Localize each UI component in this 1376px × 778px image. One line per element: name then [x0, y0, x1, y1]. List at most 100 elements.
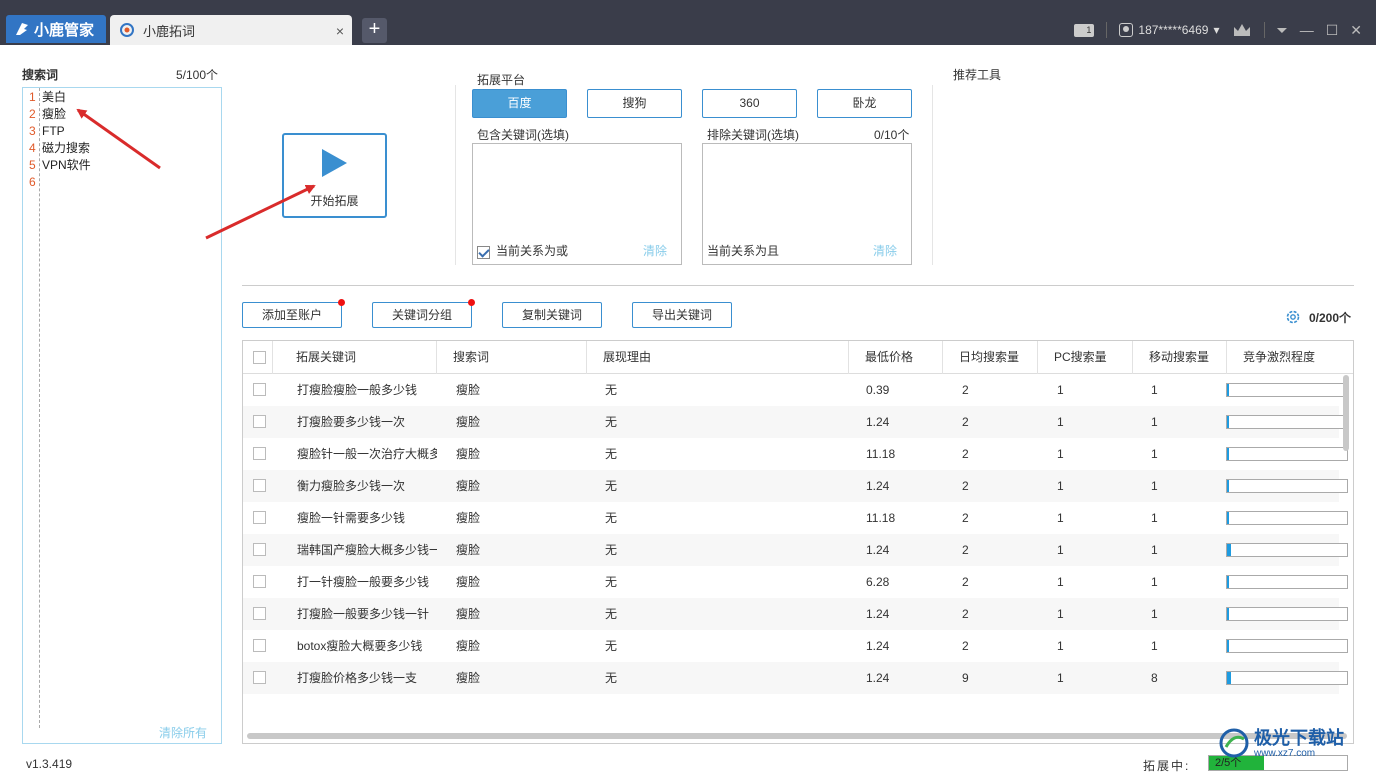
exclude-keywords-input[interactable]: 当前关系为且 清除 [702, 143, 912, 265]
row-checkbox[interactable] [253, 383, 266, 396]
table-row[interactable]: 打一针瘦脸一般要多少钱 瘦脸 无 6.28 2 1 1 [243, 566, 1348, 598]
user-account[interactable]: 187*****6469 ▾ [1119, 23, 1220, 37]
search-word-cell: 瘦脸 [456, 671, 481, 685]
deer-logo-icon [16, 23, 28, 35]
horizontal-scrollbar[interactable] [247, 733, 1347, 739]
mobile-search-cell: 8 [1151, 671, 1158, 685]
row-checkbox[interactable] [253, 511, 266, 524]
platform-sogou-button[interactable]: 搜狗 [587, 89, 682, 118]
table-row[interactable]: botox瘦脸大概要多少钱 瘦脸 无 1.24 2 1 1 [243, 630, 1348, 662]
column-header[interactable]: 移动搜索量 [1133, 341, 1227, 374]
tab-xiaolu-tuoci[interactable]: 小鹿拓词 × [110, 15, 352, 45]
brand-name: 小鹿管家 [34, 21, 95, 39]
exclude-clear-link[interactable]: 清除 [873, 242, 897, 259]
export-keywords-button[interactable]: 导出关键词 [632, 302, 732, 328]
reason-cell: 无 [605, 575, 618, 589]
table-row[interactable]: 瘦脸针一般一次治疗大概多少钱 瘦脸 无 11.18 2 1 1 [243, 438, 1348, 470]
divider [1263, 22, 1265, 38]
search-word-cell: 瘦脸 [456, 607, 481, 621]
tab-close-icon[interactable]: × [336, 23, 344, 39]
close-window-icon[interactable]: ✕ [1350, 22, 1362, 39]
competition-bar [1226, 479, 1348, 493]
start-expand-button[interactable]: 开始拓展 [282, 133, 387, 218]
or-relation-checkbox[interactable] [477, 246, 490, 259]
table-row[interactable]: 衡力瘦脸多少钱一次 瘦脸 无 1.24 2 1 1 [243, 470, 1348, 502]
search-word: 美白 [42, 90, 67, 104]
add-tab-button[interactable]: + [362, 18, 387, 43]
add-to-account-label: 添加至账户 [261, 308, 322, 322]
vertical-scrollbar[interactable] [1343, 375, 1349, 451]
divider [932, 85, 933, 265]
search-word-cell: 瘦脸 [456, 511, 481, 525]
progress-label: 拓展中: [1143, 759, 1191, 773]
column-header[interactable]: PC搜索量 [1038, 341, 1133, 374]
row-checkbox[interactable] [253, 671, 266, 684]
mobile-search-cell: 1 [1151, 479, 1158, 493]
column-header[interactable]: 日均搜索量 [943, 341, 1038, 374]
reason-cell: 无 [605, 479, 618, 493]
min-price-cell: 0.39 [866, 383, 890, 397]
search-word-cell: 瘦脸 [456, 543, 481, 557]
platform-baidu-button[interactable]: 百度 [472, 89, 567, 118]
search-words-editor[interactable]: 1 美白 2 瘦脸 3 FTP 4 磁力搜索 5 VPN软件 6 清除所有 [22, 87, 222, 744]
row-checkbox[interactable] [253, 639, 266, 652]
tab-title: 小鹿拓词 [143, 23, 196, 39]
pc-search-cell: 1 [1057, 607, 1064, 621]
start-expand-label: 开始拓展 [310, 194, 359, 208]
copy-keywords-button[interactable]: 复制关键词 [502, 302, 602, 328]
competition-fill [1227, 640, 1229, 652]
include-clear-link[interactable]: 清除 [643, 242, 667, 259]
window-count-icon[interactable]: 1 [1074, 23, 1095, 37]
pc-search-cell: 1 [1057, 543, 1064, 557]
brand-tab[interactable]: 小鹿管家 [6, 15, 106, 43]
table-header: 拓展关键词 搜索词 展现理由 最低价格 日均搜索量 PC搜索量 移动搜索量 竞争… [243, 341, 1353, 374]
row-checkbox[interactable] [253, 447, 266, 460]
column-header[interactable]: 竞争激烈程度 [1227, 341, 1353, 374]
crown-icon[interactable] [1232, 22, 1252, 38]
competition-bar [1226, 511, 1348, 525]
pc-search-cell: 1 [1057, 479, 1064, 493]
min-price-cell: 1.24 [866, 415, 890, 429]
row-checkbox[interactable] [253, 607, 266, 620]
column-header[interactable]: 拓展关键词 [280, 341, 437, 374]
maximize-icon[interactable]: ☐ [1326, 22, 1339, 39]
minimize-icon[interactable]: — [1300, 22, 1314, 38]
line-number: 1 [29, 90, 36, 104]
row-checkbox[interactable] [253, 415, 266, 428]
line-number: 5 [29, 158, 36, 172]
column-header[interactable]: 展现理由 [587, 341, 849, 374]
watermark: 极光下载站 www.xz7.com [1218, 726, 1368, 760]
add-to-account-button[interactable]: 添加至账户 [242, 299, 345, 328]
checkbox-column [243, 341, 273, 374]
column-header[interactable]: 最低价格 [849, 341, 943, 374]
keyword-group-button[interactable]: 关键词分组 [372, 299, 475, 328]
platform-wolong-button[interactable]: 卧龙 [817, 89, 912, 118]
table-row[interactable]: 打瘦脸一般要多少钱一针 瘦脸 无 1.24 2 1 1 [243, 598, 1348, 630]
clear-all-link[interactable]: 清除所有 [159, 724, 207, 741]
competition-fill [1227, 608, 1229, 620]
menu-dropdown-icon[interactable]: ⏷ [1277, 22, 1288, 39]
title-bar: 小鹿管家 小鹿拓词 × + 1 187*****6469 ▾ ⏷ — ☐ ✕ [0, 0, 1376, 45]
table-row[interactable]: 打瘦脸瘦脸一般多少钱 瘦脸 无 0.39 2 1 1 [243, 374, 1348, 406]
watermark-url: www.xz7.com [1254, 747, 1316, 759]
selected-count-value: 0/200个 [1309, 311, 1352, 325]
mobile-search-cell: 1 [1151, 575, 1158, 589]
table-row[interactable]: 打瘦脸价格多少钱一支 瘦脸 无 1.24 9 1 8 [243, 662, 1348, 694]
competition-fill [1227, 480, 1229, 492]
mobile-search-cell: 1 [1151, 447, 1158, 461]
table-row[interactable]: 打瘦脸要多少钱一次 瘦脸 无 1.24 2 1 1 [243, 406, 1348, 438]
row-checkbox[interactable] [253, 575, 266, 588]
daily-search-cell: 2 [962, 415, 969, 429]
column-header[interactable]: 搜索词 [437, 341, 587, 374]
expand-keyword-cell: 打瘦脸价格多少钱一支 [297, 671, 418, 685]
competition-bar [1226, 383, 1348, 397]
include-keywords-input[interactable]: 当前关系为或 清除 [472, 143, 682, 265]
expand-keyword-cell: 衡力瘦脸多少钱一次 [297, 479, 406, 493]
table-row[interactable]: 瘦脸一针需要多少钱 瘦脸 无 11.18 2 1 1 [243, 502, 1348, 534]
platform-360-button[interactable]: 360 [702, 89, 797, 118]
gear-icon[interactable] [1285, 309, 1301, 325]
target-icon [120, 23, 134, 37]
row-checkbox[interactable] [253, 543, 266, 556]
table-row[interactable]: 瑞韩国产瘦脸大概多少钱一针 瘦脸 无 1.24 2 1 1 [243, 534, 1348, 566]
row-checkbox[interactable] [253, 479, 266, 492]
